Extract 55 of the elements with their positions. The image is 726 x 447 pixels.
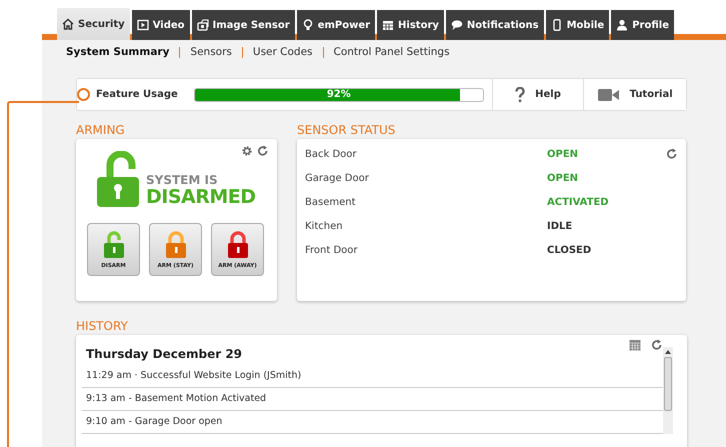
calendar-icon: [382, 19, 394, 31]
nav-tab[interactable]: History: [377, 10, 444, 40]
nav-tab[interactable]: Video: [132, 10, 190, 40]
nav-tab[interactable]: Image Sensor: [192, 10, 295, 40]
feature-usage-label: Feature Usage: [96, 89, 178, 100]
sensor-status: ACTIVATED: [547, 196, 609, 208]
padlock-icon: [226, 230, 248, 258]
nav-tab[interactable]: Profile: [611, 10, 674, 40]
sensor-name: Front Door: [305, 244, 359, 256]
bulb-icon: [302, 19, 314, 31]
nav-tab[interactable]: Mobile: [546, 10, 610, 40]
status-text: SYSTEM IS: [146, 174, 219, 187]
scrollbar-thumb[interactable]: [664, 357, 672, 411]
status-text: DISARMED: [146, 187, 256, 207]
refresh-icon[interactable]: [257, 145, 269, 157]
home-icon: [62, 18, 74, 30]
history-entry: 11:29 am · Successful Website Login (JSmith): [82, 365, 663, 388]
section-title: HISTORY: [76, 319, 129, 333]
padlock-icon: [102, 230, 124, 258]
sensor-name: Back Door: [305, 148, 358, 160]
section-title: SENSOR STATUS: [297, 123, 396, 137]
subnav-link[interactable]: Sensors: [179, 46, 232, 58]
phone-icon: [550, 19, 563, 31]
settings-icon[interactable]: [241, 145, 253, 157]
play-icon: [136, 19, 149, 31]
history-entry: 9:10 am - Garage Door open: [82, 411, 663, 434]
camera-icon: [196, 19, 209, 31]
sensor-status: OPEN: [547, 172, 578, 184]
nav-tab[interactable]: emPower: [296, 10, 376, 40]
scrollbar[interactable]: [663, 347, 673, 434]
question-mark-icon: [515, 86, 526, 102]
subnav-link[interactable]: Control Panel Settings: [322, 46, 450, 58]
calendar-icon[interactable]: [629, 339, 641, 351]
history-date: Thursday December 29: [85, 347, 244, 363]
unlocked-padlock-icon: [96, 151, 142, 209]
sensor-status: CLOSED: [547, 244, 592, 256]
chat-icon: [450, 19, 463, 31]
subnav-link[interactable]: System Summary: [66, 46, 170, 58]
sensor-name: Kitchen: [305, 220, 344, 232]
subnav-link[interactable]: User Codes: [242, 46, 313, 58]
refresh-icon[interactable]: [651, 339, 663, 351]
nav-tab[interactable]: Notifications: [446, 10, 544, 40]
sensor-name: Garage Door: [305, 172, 370, 184]
refresh-icon[interactable]: [666, 147, 678, 161]
person-icon: [616, 19, 628, 31]
sensor-status: IDLE: [547, 220, 572, 232]
progress-reading: 92%: [326, 88, 352, 100]
video-camera-icon: [598, 88, 620, 102]
sensor-status: OPEN: [547, 148, 578, 160]
sensor-name: Basement: [305, 196, 357, 208]
history-entry: 9:13 am - Basement Motion Activated: [82, 388, 663, 411]
section-title: ARMING: [76, 123, 126, 137]
padlock-icon: [164, 230, 186, 258]
tutorial-button[interactable]: Tutorial: [583, 79, 686, 110]
nav-tab[interactable]: Security: [57, 8, 130, 40]
